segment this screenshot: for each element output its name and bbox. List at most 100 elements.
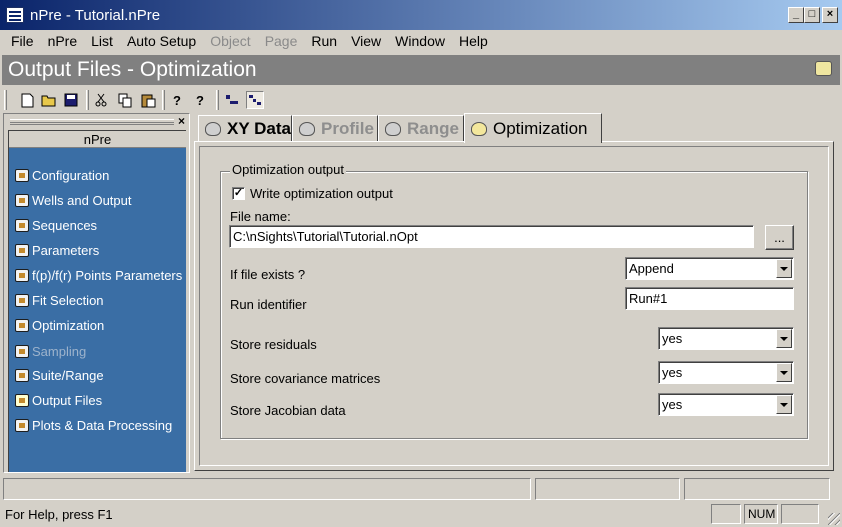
tab-body: Optimization output ✓ Write optimization… bbox=[194, 141, 834, 471]
app-icon bbox=[6, 7, 24, 23]
run-identifier-field[interactable]: Run#1 bbox=[625, 287, 794, 310]
status-bar: For Help, press F1 NUM bbox=[0, 502, 842, 527]
sidebar-item-optimization[interactable]: Optimization bbox=[15, 315, 104, 335]
sidebar-item-label: Sampling bbox=[32, 343, 87, 359]
xy-data-icon bbox=[205, 121, 221, 136]
pane-grip[interactable] bbox=[10, 119, 174, 125]
sidebar-item-label: Plots & Data Processing bbox=[32, 417, 173, 433]
store-covariance-select[interactable]: yes bbox=[658, 361, 794, 384]
sidebar-item-label: Wells and Output bbox=[32, 192, 132, 208]
menu-file[interactable]: File bbox=[4, 33, 41, 49]
fit-selection-icon bbox=[15, 293, 29, 307]
title-bar: nPre - Tutorial.nPre _ □ × bbox=[0, 0, 842, 30]
if-file-exists-value: Append bbox=[629, 261, 674, 276]
if-file-exists-label: If file exists ? bbox=[230, 267, 306, 282]
save-icon[interactable] bbox=[62, 91, 80, 109]
tab-label: XY Data bbox=[227, 118, 291, 138]
sidebar-item-wells-and-output[interactable]: Wells and Output bbox=[15, 190, 131, 210]
toolbar-separator bbox=[216, 90, 219, 110]
menu-auto-setup[interactable]: Auto Setup bbox=[120, 33, 203, 49]
sidebar-item-label: Output Files bbox=[32, 392, 103, 408]
store-jacobian-value: yes bbox=[662, 397, 683, 412]
menu-page: Page bbox=[264, 33, 298, 49]
sidebar-item-suite-range[interactable]: Suite/Range bbox=[15, 365, 104, 385]
help-icon[interactable]: ? bbox=[168, 91, 186, 109]
chevron-down-icon[interactable] bbox=[776, 395, 792, 414]
profile-icon bbox=[299, 121, 315, 136]
wells-icon bbox=[15, 193, 29, 207]
optimization-icon bbox=[15, 318, 29, 332]
store-residuals-value: yes bbox=[662, 331, 683, 346]
write-output-checkbox[interactable]: ✓ bbox=[232, 187, 245, 200]
pane-close-icon[interactable]: × bbox=[178, 114, 185, 128]
new-file-icon[interactable] bbox=[18, 91, 36, 109]
minimize-button[interactable]: _ bbox=[788, 7, 804, 23]
menu-window[interactable]: Window bbox=[388, 33, 452, 49]
status-panel bbox=[684, 478, 830, 500]
if-file-exists-select[interactable]: Append bbox=[625, 257, 794, 280]
sequences-icon bbox=[15, 218, 29, 232]
sidebar-item-configuration[interactable]: Configuration bbox=[15, 165, 109, 185]
group-title: Optimization output bbox=[230, 162, 347, 177]
resize-grip-icon[interactable] bbox=[828, 513, 840, 525]
file-name-label: File name: bbox=[230, 209, 291, 224]
output-files-icon bbox=[15, 393, 29, 407]
tab-strip: XY Data Profile Range Optimization bbox=[194, 113, 838, 143]
sidebar-item-label: Optimization bbox=[32, 317, 105, 333]
toolbar-separator bbox=[86, 90, 89, 110]
menu-help[interactable]: Help bbox=[452, 33, 495, 49]
sidebar-item-label: Sequences bbox=[32, 217, 98, 233]
view-b-icon[interactable] bbox=[246, 91, 264, 109]
sidebar-item-parameters[interactable]: Parameters bbox=[15, 240, 99, 260]
sidebar-item-label: Configuration bbox=[32, 167, 110, 183]
tab-optimization[interactable]: Optimization bbox=[464, 113, 602, 143]
cut-icon[interactable] bbox=[92, 91, 110, 109]
sidebar-item-points-parameters[interactable]: f(p)/f(r) Points Parameters bbox=[15, 265, 182, 285]
configuration-icon bbox=[15, 168, 29, 182]
chevron-down-icon[interactable] bbox=[776, 329, 792, 348]
range-icon bbox=[385, 121, 401, 136]
paste-icon[interactable] bbox=[139, 91, 157, 109]
content-pane: XY Data Profile Range Optimization Optim… bbox=[194, 113, 838, 473]
open-folder-icon[interactable] bbox=[40, 91, 58, 109]
store-covariance-value: yes bbox=[662, 365, 683, 380]
context-help-icon[interactable]: ? bbox=[191, 91, 209, 109]
sidebar-item-label: Fit Selection bbox=[32, 292, 104, 308]
file-name-field[interactable]: C:\nSights\Tutorial\Tutorial.nOpt bbox=[229, 225, 754, 248]
status-indicator-scroll bbox=[781, 504, 819, 524]
tab-profile: Profile bbox=[292, 115, 378, 141]
sidebar-item-sequences[interactable]: Sequences bbox=[15, 215, 97, 235]
suite-range-icon bbox=[15, 368, 29, 382]
tab-range: Range bbox=[378, 115, 464, 141]
chevron-down-icon[interactable] bbox=[776, 259, 792, 278]
toolbar-grip[interactable] bbox=[4, 90, 7, 110]
copy-icon[interactable] bbox=[116, 91, 134, 109]
tab-xy-data[interactable]: XY Data bbox=[198, 115, 292, 141]
menu-view[interactable]: View bbox=[344, 33, 388, 49]
toolbar: ? ? bbox=[0, 87, 842, 113]
menu-list[interactable]: List bbox=[84, 33, 120, 49]
menu-run[interactable]: Run bbox=[304, 33, 344, 49]
sidebar-item-fit-selection[interactable]: Fit Selection bbox=[15, 290, 104, 310]
sidebar-item-plots-data-processing[interactable]: Plots & Data Processing bbox=[15, 415, 172, 435]
browse-button[interactable]: ... bbox=[765, 225, 794, 250]
store-jacobian-select[interactable]: yes bbox=[658, 393, 794, 416]
store-residuals-label: Store residuals bbox=[230, 337, 317, 352]
view-a-icon[interactable] bbox=[223, 91, 241, 109]
sampling-icon bbox=[15, 344, 29, 358]
sidebar-item-output-files[interactable]: Output Files bbox=[15, 390, 102, 410]
secondary-status-bar bbox=[3, 478, 839, 500]
menu-npre[interactable]: nPre bbox=[41, 33, 85, 49]
maximize-button[interactable]: □ bbox=[804, 7, 820, 23]
store-residuals-select[interactable]: yes bbox=[658, 327, 794, 350]
tab-label: Optimization bbox=[493, 118, 588, 138]
sidebar-item-label: Suite/Range bbox=[32, 367, 104, 383]
chevron-down-icon[interactable] bbox=[776, 363, 792, 382]
sidebar-item-sampling: Sampling bbox=[15, 341, 86, 361]
toolbar-separator bbox=[162, 90, 165, 110]
close-button[interactable]: × bbox=[822, 7, 838, 23]
run-identifier-label: Run identifier bbox=[230, 297, 307, 312]
status-panel bbox=[3, 478, 531, 500]
status-panel bbox=[535, 478, 680, 500]
store-covariance-label: Store covariance matrices bbox=[230, 371, 381, 386]
